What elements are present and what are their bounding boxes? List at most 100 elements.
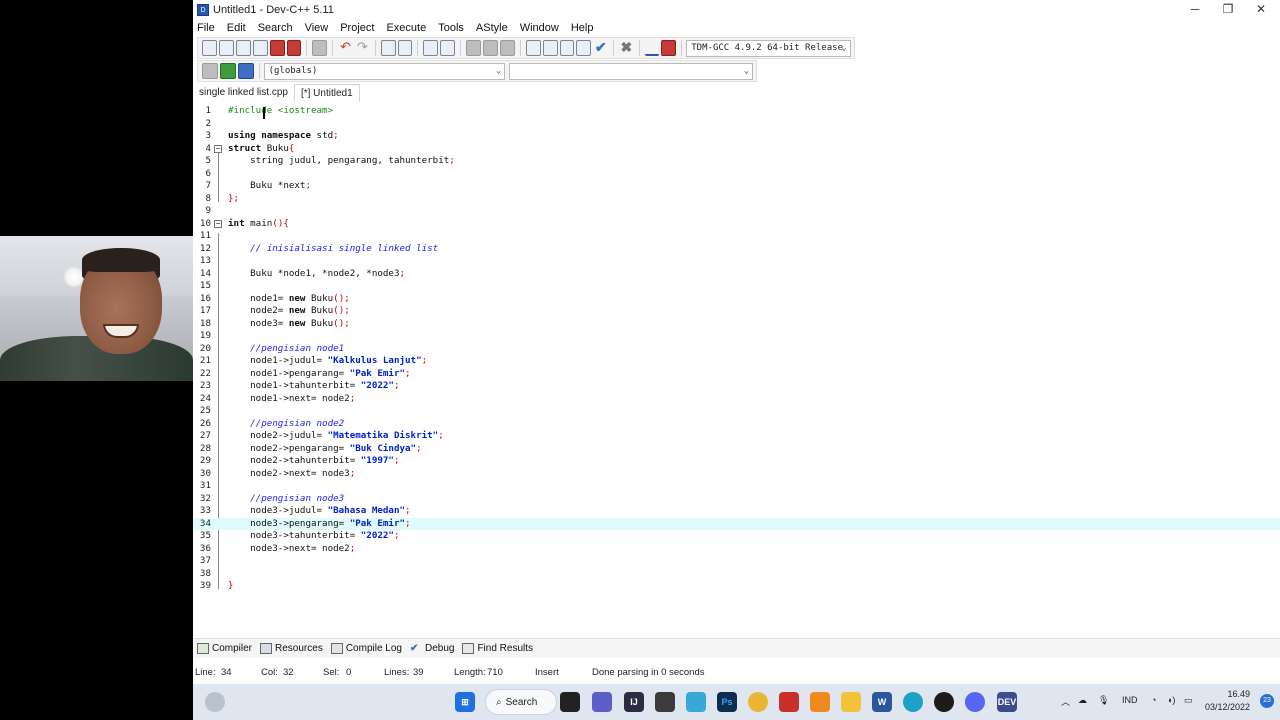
code-line[interactable]: 32 //pengisian node3	[193, 493, 1280, 506]
fold-toggle-icon[interactable]: −	[214, 144, 222, 153]
fold-toggle-icon[interactable]: −	[214, 219, 222, 228]
battery-icon[interactable]: ▭	[1184, 695, 1193, 706]
stop-execution-icon[interactable]: ✖	[619, 40, 634, 56]
devcpp-taskbar-icon[interactable]: DEV	[997, 692, 1017, 712]
code-line[interactable]: 36 node3->next= node2;	[193, 543, 1280, 556]
code-line[interactable]: 28 node2->pengarang= "Buk Cindya";	[193, 443, 1280, 456]
undo-icon[interactable]: ↶	[338, 40, 353, 56]
menu-astyle[interactable]: AStyle	[476, 22, 508, 34]
code-line[interactable]: 10− int main(){	[193, 218, 1280, 231]
indent-icon[interactable]	[423, 40, 439, 56]
code-line[interactable]: 18 node3= new Buku();	[193, 318, 1280, 331]
close-button[interactable]: ✕	[1244, 0, 1278, 20]
bottom-tab-find-results[interactable]: Find Results	[462, 643, 533, 654]
compiler-select[interactable]: TDM-GCC 4.9.2 64-bit Release ⌄	[686, 39, 851, 57]
desktop-icon[interactable]	[560, 692, 580, 712]
syntax-check-icon[interactable]: ✔	[593, 40, 608, 56]
code-line[interactable]: 20 //pengisian node1	[193, 343, 1280, 356]
code-line[interactable]: 14 Buku *node1, *node2, *node3;	[193, 268, 1280, 281]
goto-definition-icon[interactable]	[219, 63, 236, 79]
profile-chart-icon[interactable]	[644, 40, 660, 56]
save-icon[interactable]	[235, 40, 251, 56]
taskbar-clock[interactable]: 16.49 03/12/2022	[1205, 688, 1250, 714]
file-explorer-icon[interactable]	[841, 692, 861, 712]
code-line[interactable]: 11	[193, 230, 1280, 243]
code-line[interactable]: 3 using namespace std;	[193, 130, 1280, 143]
rebuild-icon[interactable]	[576, 40, 592, 56]
code-line[interactable]: 13	[193, 255, 1280, 268]
tab-untitled1[interactable]: [*] Untitled1	[293, 84, 360, 102]
language-indicator[interactable]: IND	[1122, 695, 1138, 705]
code-line[interactable]: 16 node1= new Buku();	[193, 293, 1280, 306]
code-line[interactable]: 9	[193, 205, 1280, 218]
chrome-icon[interactable]	[748, 692, 768, 712]
minimize-button[interactable]: ─	[1178, 0, 1212, 20]
close-file-icon[interactable]	[269, 40, 285, 56]
code-line[interactable]: 33 node3->judul= "Bahasa Medan";	[193, 505, 1280, 518]
cloud-icon[interactable]: ☁	[1078, 695, 1087, 706]
code-line[interactable]: 29 node2->tahunterbit= "1997";	[193, 455, 1280, 468]
run-icon[interactable]	[542, 40, 558, 56]
menu-file[interactable]: File	[197, 22, 215, 34]
menu-execute[interactable]: Execute	[386, 22, 426, 34]
goto-declaration-icon[interactable]	[202, 63, 218, 79]
code-line[interactable]: 38	[193, 568, 1280, 581]
wifi-icon[interactable]: ◔	[1151, 695, 1156, 705]
bottom-tab-resources[interactable]: Resources	[260, 643, 323, 654]
code-line[interactable]: 6	[193, 168, 1280, 181]
code-line[interactable]: 1 #include <iostream>	[193, 105, 1280, 118]
taskbar-search[interactable]: ⌕ Search	[485, 689, 557, 715]
compile-run-icon[interactable]	[559, 40, 575, 56]
save-all-icon[interactable]	[252, 40, 268, 56]
code-line[interactable]: 22 node1->pengarang= "Pak Emir";	[193, 368, 1280, 381]
microphone-icon[interactable]: 🎙	[1098, 695, 1109, 706]
discord-icon[interactable]	[965, 692, 985, 712]
open-file-icon[interactable]	[218, 40, 234, 56]
menu-tools[interactable]: Tools	[438, 22, 464, 34]
menu-view[interactable]: View	[305, 22, 329, 34]
code-line[interactable]: 12 // inisialisasi single linked list	[193, 243, 1280, 256]
windows-start-icon[interactable]: ⊞	[455, 692, 475, 712]
menu-window[interactable]: Window	[520, 22, 559, 34]
vscode-icon[interactable]	[686, 692, 706, 712]
code-line[interactable]: 35 node3->tahunterbit= "2022";	[193, 530, 1280, 543]
volume-icon[interactable]: ◖)	[1167, 695, 1175, 705]
code-line[interactable]: 8};	[193, 193, 1280, 206]
restore-button[interactable]: ❐	[1211, 0, 1245, 20]
code-line[interactable]: 31	[193, 480, 1280, 493]
intellij-icon[interactable]: IJ	[624, 692, 644, 712]
menu-help[interactable]: Help	[571, 22, 594, 34]
new-file-icon[interactable]	[202, 40, 217, 56]
code-line[interactable]: 34 node3->pengarang= "Pak Emir";	[193, 517, 1280, 530]
replace-icon[interactable]	[397, 40, 413, 56]
code-line[interactable]: 26 //pengisian node2	[193, 418, 1280, 431]
unindent-icon[interactable]	[440, 40, 456, 56]
vlc-icon[interactable]	[810, 692, 830, 712]
github-desktop-icon[interactable]	[934, 692, 954, 712]
redo-icon[interactable]: ↷	[355, 40, 370, 56]
function-select[interactable]: ⌄	[509, 62, 753, 80]
code-line[interactable]: 39}	[193, 580, 1280, 593]
code-line[interactable]: 5 string judul, pengarang, tahunterbit;	[193, 155, 1280, 168]
code-line[interactable]: 27 node2->judul= "Matematika Diskrit";	[193, 430, 1280, 443]
code-line[interactable]: 2	[193, 118, 1280, 131]
edge-icon[interactable]	[903, 692, 923, 712]
acrobat-icon[interactable]	[779, 692, 799, 712]
photoshop-icon[interactable]: Ps	[717, 692, 737, 712]
menu-project[interactable]: Project	[340, 22, 374, 34]
find-icon[interactable]	[380, 40, 396, 56]
menu-edit[interactable]: Edit	[227, 22, 246, 34]
bottom-tab-debug[interactable]: ✔ Debug	[410, 643, 454, 654]
code-line[interactable]: 17 node2= new Buku();	[193, 305, 1280, 318]
code-line[interactable]: 21 node1->judul= "Kalkulus Lanjut";	[193, 355, 1280, 368]
unity-icon[interactable]	[655, 692, 675, 712]
code-line[interactable]: 4− struct Buku{	[193, 143, 1280, 156]
delete-profile-icon[interactable]	[661, 40, 677, 56]
project-options-icon[interactable]	[499, 40, 515, 56]
code-line[interactable]: 25	[193, 405, 1280, 418]
code-line[interactable]: 23 node1->tahunterbit= "2022";	[193, 380, 1280, 393]
code-line[interactable]: 19	[193, 330, 1280, 343]
teams-chat-icon[interactable]	[592, 692, 612, 712]
code-line[interactable]: 15	[193, 280, 1280, 293]
menu-search[interactable]: Search	[258, 22, 293, 34]
